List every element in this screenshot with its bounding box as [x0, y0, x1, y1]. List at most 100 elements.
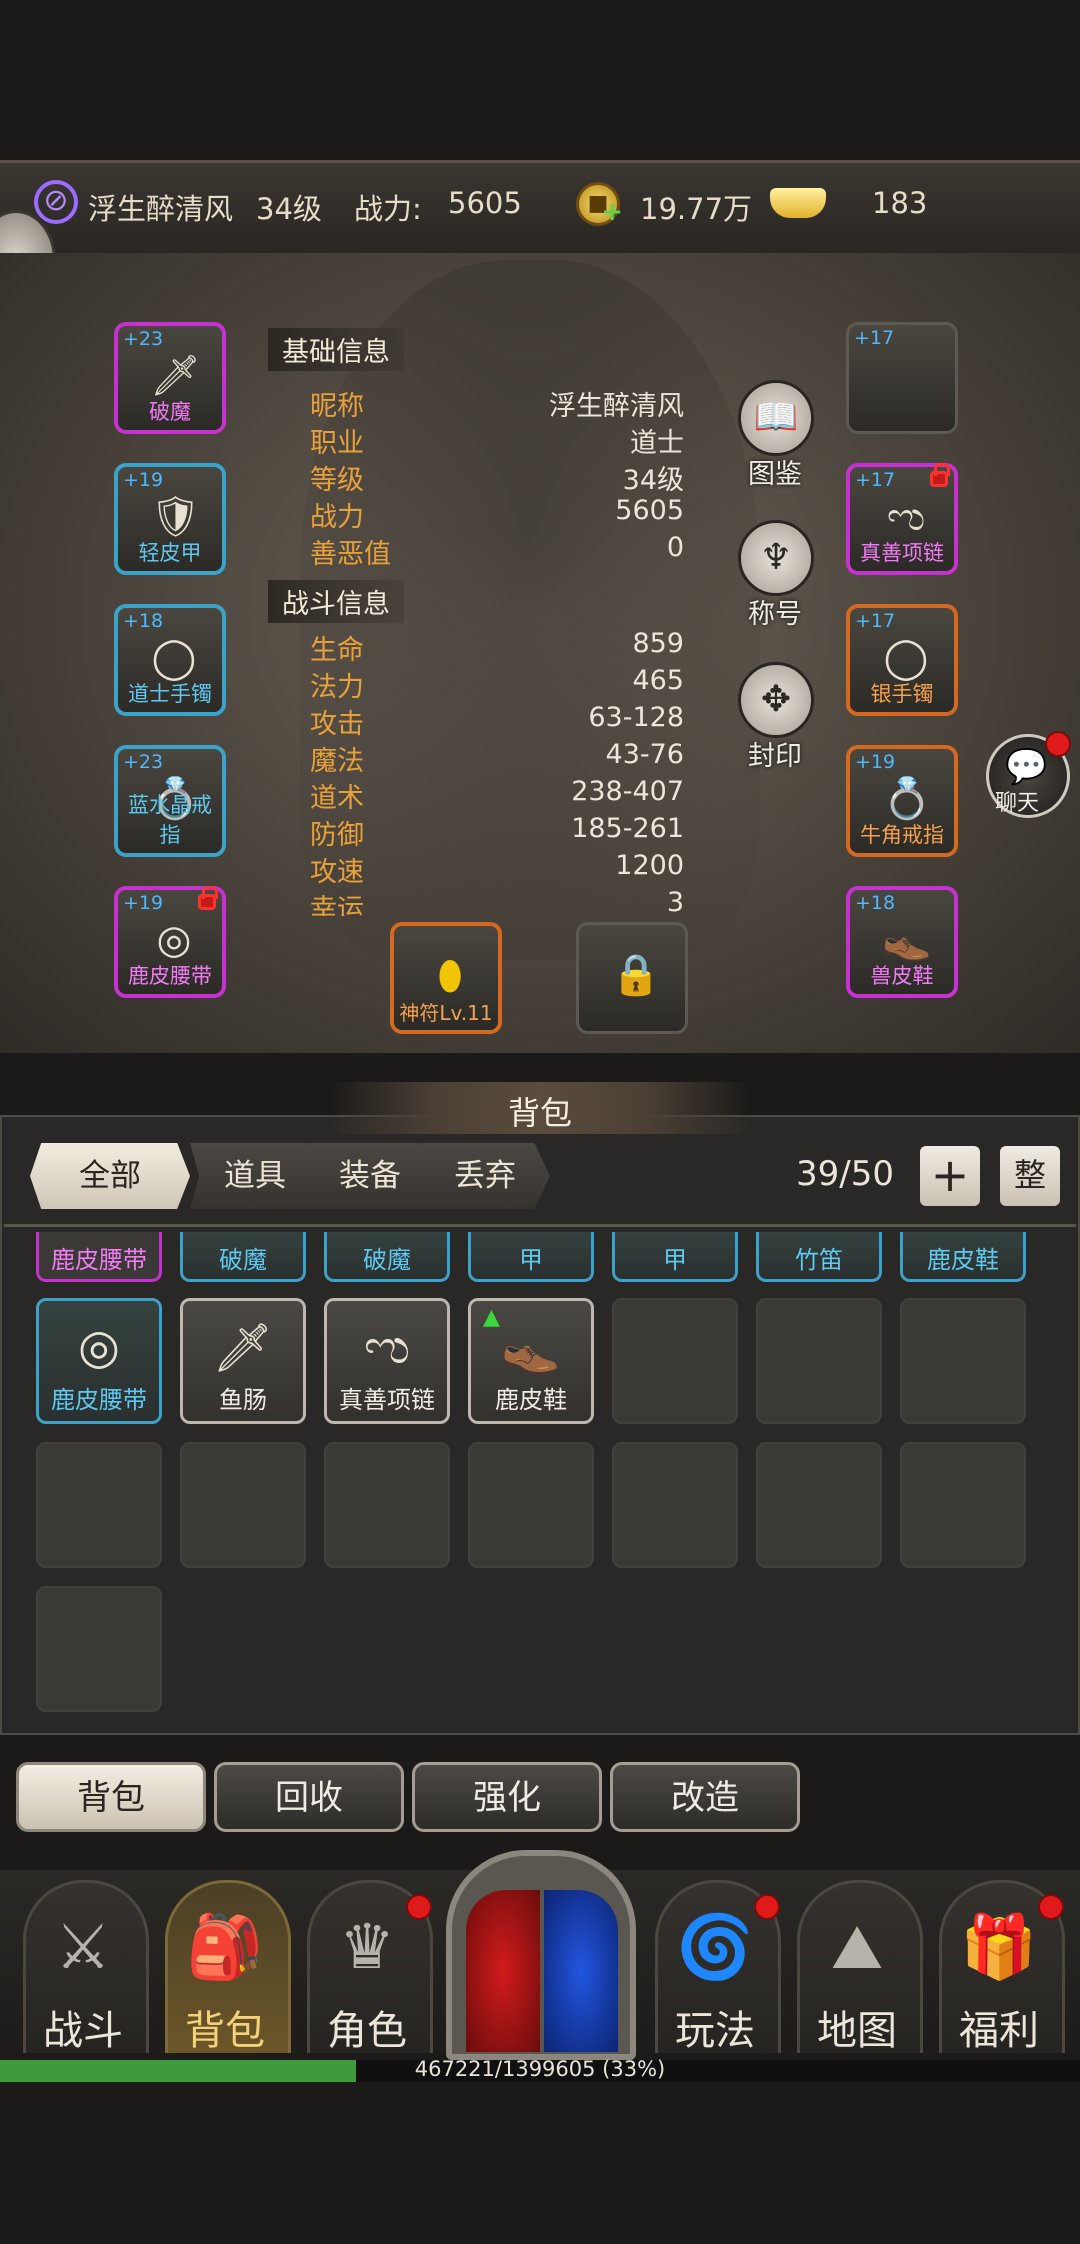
- sub-button-0[interactable]: 背包: [16, 1762, 206, 1832]
- bag-item-name: 真善项链: [339, 1386, 435, 1414]
- nav-5[interactable]: 🎁 福利: [934, 1880, 1065, 2060]
- coins-value: 19.77万: [640, 192, 753, 226]
- bag-item-name: 竹笛: [795, 1246, 843, 1274]
- bag-item-cell[interactable]: ಌ 真善项链: [324, 1298, 450, 1424]
- nav-4[interactable]: ⛰ 地图: [792, 1880, 923, 2060]
- necklace-icon: ಌ: [886, 494, 926, 540]
- basic-info-label: 职业: [310, 428, 364, 459]
- bag-tab-1[interactable]: 道具: [190, 1143, 320, 1209]
- bag-item-cell[interactable]: 竹笛: [756, 1232, 882, 1282]
- bag-empty-cell[interactable]: [900, 1298, 1026, 1424]
- equip-slot-left-2[interactable]: +18 ◯ 道士手镯: [114, 604, 226, 716]
- battle-info-value: 238-407: [571, 776, 684, 807]
- equip-name: 道士手镯: [128, 682, 212, 706]
- bag-item-cell[interactable]: 鹿皮鞋: [900, 1232, 1026, 1282]
- basic-info-value: 道士: [630, 428, 684, 459]
- equip-slot-left-3[interactable]: +23 💍 蓝水晶戒指: [114, 745, 226, 857]
- nav-1[interactable]: 🎒 背包: [160, 1880, 291, 2060]
- basic-info-label: 等级: [310, 465, 364, 496]
- battle-info-scroll[interactable]: 生命 859 法力 465 攻击 63-128 魔法 43-76 道术 238-407 防御 185-…: [300, 628, 700, 916]
- nav-label: 背包: [185, 2008, 265, 2054]
- sub-button-3[interactable]: 改造: [610, 1762, 800, 1832]
- battle-info-label: 生命: [310, 635, 364, 666]
- class-icon: ⊘: [34, 180, 78, 224]
- locked-slot[interactable]: 🔒: [576, 922, 688, 1034]
- battle-info-label: 防御: [310, 820, 364, 851]
- equip-slot-left-0[interactable]: +23 🗡 破魔: [114, 322, 226, 434]
- equip-name: 银手镯: [870, 682, 934, 706]
- bag-empty-cell[interactable]: [900, 1442, 1026, 1568]
- seal-label[interactable]: 封印: [748, 734, 802, 773]
- equip-slot-right-4[interactable]: +18 👞 兽皮鞋: [846, 886, 958, 998]
- bag-grid-scroll[interactable]: 鹿皮腰带 破魔 破魔甲甲竹笛 鹿皮鞋 ◎ 鹿皮腰带 🗡 鱼肠 ಌ 真善项链 👞 鹿皮鞋 ▲: [4, 1232, 1076, 1730]
- bag-tab-2[interactable]: 装备: [305, 1143, 435, 1209]
- equip-slot-left-1[interactable]: +19 🛡 轻皮甲: [114, 463, 226, 575]
- bag-empty-cell[interactable]: [36, 1442, 162, 1568]
- helmet-placeholder-icon: [881, 351, 929, 399]
- bag-item-cell[interactable]: 破魔: [180, 1232, 306, 1282]
- equip-slot-right-0[interactable]: +17: [846, 322, 958, 434]
- bag-divider: [4, 1224, 1076, 1227]
- equip-name: 破魔: [149, 400, 191, 424]
- codex-label[interactable]: 图鉴: [748, 452, 802, 491]
- bag-empty-cell[interactable]: [36, 1586, 162, 1712]
- chat-button[interactable]: 💬 聊天: [986, 731, 1071, 818]
- equip-name: 鹿皮腰带: [128, 964, 212, 988]
- codex-icon[interactable]: 📖: [738, 380, 814, 456]
- bag-empty-cell[interactable]: [756, 1298, 882, 1424]
- expand-bag-button[interactable]: +: [920, 1146, 980, 1206]
- bag-empty-cell[interactable]: [468, 1442, 594, 1568]
- bag-item-cell[interactable]: 鹿皮腰带: [36, 1232, 162, 1282]
- bag-item-cell[interactable]: 🗡 鱼肠: [180, 1298, 306, 1424]
- armor-icon: 🛡: [150, 494, 201, 540]
- bag-empty-cell[interactable]: [180, 1442, 306, 1568]
- basic-info-value: 浮生醉清风: [549, 391, 684, 422]
- talisman-slot[interactable]: ⬮ 神符Lv.11: [390, 922, 502, 1034]
- nav-label: 福利: [959, 2008, 1039, 2054]
- sort-bag-button[interactable]: 整: [1000, 1146, 1060, 1206]
- equip-slot-right-2[interactable]: +17 ◯ 银手镯: [846, 604, 958, 716]
- bag-tab-3[interactable]: 丢弃: [420, 1143, 550, 1209]
- bag-capacity: 39/50: [796, 1154, 894, 1194]
- basic-info-label: 战力: [310, 502, 364, 533]
- enhance-level: +23: [123, 328, 164, 350]
- battle-info-label: 幸运: [310, 894, 364, 916]
- seal-icon[interactable]: ✥: [738, 662, 814, 738]
- sub-button-1[interactable]: 回收: [214, 1762, 404, 1832]
- bag-empty-cell[interactable]: [612, 1298, 738, 1424]
- bag-tab-0[interactable]: 全部: [30, 1143, 190, 1209]
- enhance-level: +19: [855, 751, 896, 773]
- belt-icon: ◎: [156, 917, 192, 963]
- enhance-level: +18: [855, 892, 896, 914]
- nav-0[interactable]: ⚔ 战斗: [18, 1880, 149, 2060]
- battle-info-label: 攻击: [310, 709, 364, 740]
- battle-info-value: 1200: [615, 850, 684, 881]
- center-portal-button[interactable]: [446, 1850, 636, 2060]
- nav-3[interactable]: 🌀 玩法: [650, 1880, 781, 2060]
- bag-item-cell[interactable]: 甲: [468, 1232, 594, 1282]
- bag-item-cell[interactable]: ◎ 鹿皮腰带: [36, 1298, 162, 1424]
- bag-empty-cell[interactable]: [612, 1442, 738, 1568]
- bag-item-cell[interactable]: 👞 鹿皮鞋 ▲: [468, 1298, 594, 1424]
- title-badge-icon[interactable]: ♆: [738, 520, 814, 596]
- lock-icon: [930, 463, 950, 487]
- backpack-icon: 🎒: [186, 1910, 264, 1983]
- nav-2[interactable]: ♛ 角色: [302, 1880, 433, 2060]
- equip-slot-right-1[interactable]: +17 ಌ 真善项链: [846, 463, 958, 575]
- crossed-swords-icon: ⚔: [55, 1910, 111, 1983]
- coin-add-icon[interactable]: ■ +: [576, 182, 623, 227]
- belt-icon: ◎: [78, 1319, 120, 1375]
- enhance-level: +17: [854, 327, 895, 349]
- title-label[interactable]: 称号: [748, 592, 802, 631]
- bag-item-cell[interactable]: 破魔: [324, 1232, 450, 1282]
- sub-button-2[interactable]: 强化: [412, 1762, 602, 1832]
- battle-info-title: 战斗信息: [268, 580, 404, 623]
- bag-item-cell[interactable]: 甲: [612, 1232, 738, 1282]
- nav-notification-dot: [406, 1894, 432, 1920]
- bag-empty-cell[interactable]: [324, 1442, 450, 1568]
- bag-item-name: 鹿皮鞋: [927, 1246, 999, 1274]
- gold-value: 183: [872, 186, 928, 220]
- bag-empty-cell[interactable]: [756, 1442, 882, 1568]
- equip-slot-left-4[interactable]: +19 ◎ 鹿皮腰带: [114, 886, 226, 998]
- equip-slot-right-3[interactable]: +19 💍 牛角戒指: [846, 745, 958, 857]
